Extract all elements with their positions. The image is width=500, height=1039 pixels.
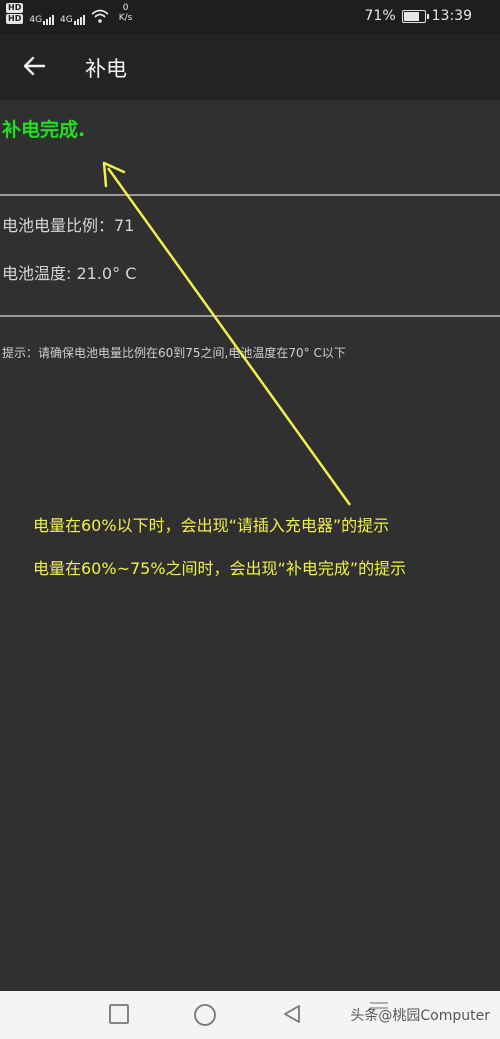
- navigation-bar: 头条@桃园Computer: [0, 991, 500, 1039]
- annotation-line-2: 电量在60%~75%之间时，会出现“补电完成”的提示: [33, 559, 407, 578]
- home-icon[interactable]: [193, 1003, 217, 1027]
- watermark: 头条@桃园Computer: [350, 1008, 490, 1024]
- annotation-line-1: 电量在60%以下时，会出现“请插入充电器”的提示: [33, 516, 390, 535]
- recent-apps-icon[interactable]: [108, 1003, 130, 1025]
- back-nav-icon[interactable]: [281, 1003, 303, 1025]
